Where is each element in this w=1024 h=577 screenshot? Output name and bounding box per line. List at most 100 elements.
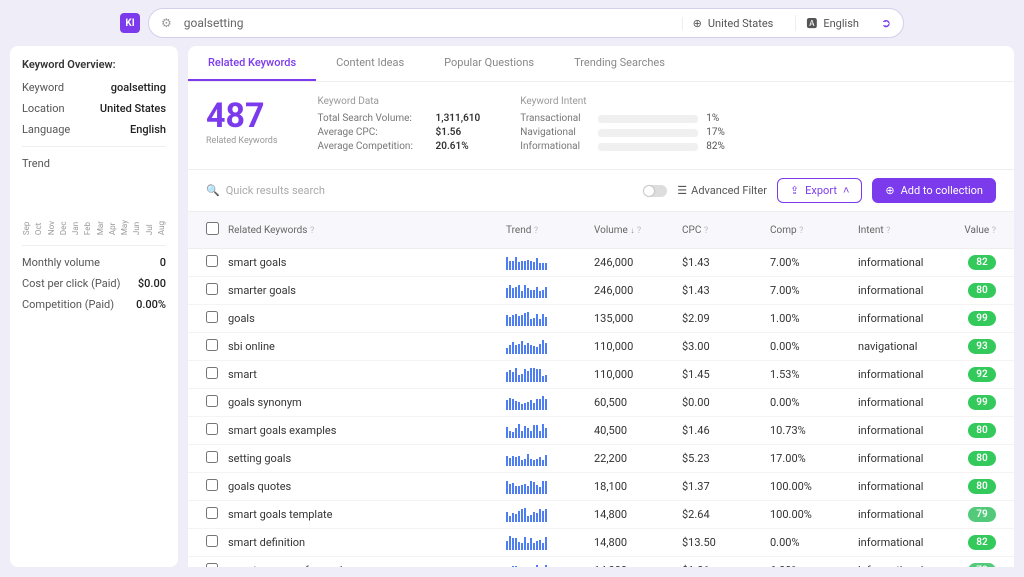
results-table[interactable]: smart goals 246,000 $1.43 7.00% informat… xyxy=(188,249,1014,567)
table-row[interactable]: smarter goals 246,000 $1.43 7.00% inform… xyxy=(188,277,1014,305)
month-label: Dec xyxy=(59,220,68,235)
table-row[interactable]: smart acronym for goals 14,800 $1.21 6.0… xyxy=(188,557,1014,567)
cell-keyword: smart acronym for goals xyxy=(228,564,498,567)
cell-cpc: $1.21 xyxy=(682,564,762,567)
info-icon[interactable]: ? xyxy=(637,226,641,236)
info-icon[interactable]: ? xyxy=(310,226,314,236)
info-icon[interactable]: ? xyxy=(992,226,996,236)
month-label: Feb xyxy=(83,220,92,235)
row-checkbox[interactable] xyxy=(206,563,218,567)
add-icon: ⊕ xyxy=(885,184,894,197)
overview-title: Keyword Overview: xyxy=(22,58,166,71)
cell-intent: informational xyxy=(858,480,938,493)
info-icon[interactable]: ? xyxy=(534,226,538,236)
trend-sparkline xyxy=(506,480,586,494)
advanced-filter[interactable]: ☰ Advanced Filter xyxy=(677,184,767,197)
table-row[interactable]: goals synonym 60,500 $0.00 0.00% informa… xyxy=(188,389,1014,417)
row-checkbox[interactable] xyxy=(206,423,218,435)
col-volume[interactable]: Volume xyxy=(594,225,628,236)
info-icon[interactable]: ? xyxy=(704,226,708,236)
row-checkbox[interactable] xyxy=(206,311,218,323)
summary-key: Total Search Volume: xyxy=(318,113,428,124)
col-intent[interactable]: Intent xyxy=(858,225,884,236)
row-checkbox[interactable] xyxy=(206,535,218,547)
results-toolbar: 🔍 Quick results search ☰ Advanced Filter… xyxy=(188,170,1014,212)
tab-related-keywords[interactable]: Related Keywords xyxy=(188,46,316,81)
app-logo[interactable]: KI xyxy=(120,13,140,33)
export-button[interactable]: ⇪ Export ˄ xyxy=(777,178,862,203)
cell-keyword: smart definition xyxy=(228,536,498,549)
search-bar[interactable]: ⚙ ⊕ United States 🅰 English ➲ xyxy=(148,8,904,38)
overview-row: Language English xyxy=(22,123,166,136)
info-icon[interactable]: ? xyxy=(886,226,890,236)
cell-comp: 6.00% xyxy=(770,564,850,567)
cell-volume: 40,500 xyxy=(594,424,674,437)
col-related[interactable]: Related Keywords xyxy=(228,225,307,236)
cell-comp: 7.00% xyxy=(770,284,850,297)
metric-value: 0.00% xyxy=(136,298,166,311)
table-row[interactable]: goals quotes 18,100 $1.37 100.00% inform… xyxy=(188,473,1014,501)
col-value[interactable]: Value xyxy=(964,225,989,236)
submit-search-icon[interactable]: ➲ xyxy=(881,16,891,30)
export-label: Export xyxy=(805,184,837,197)
trend-sparkline xyxy=(506,424,586,438)
language-selector[interactable]: 🅰 English xyxy=(795,15,869,31)
row-checkbox[interactable] xyxy=(206,255,218,267)
add-to-collection-button[interactable]: ⊕ Add to collection xyxy=(872,178,996,203)
row-checkbox[interactable] xyxy=(206,507,218,519)
cell-intent: informational xyxy=(858,508,938,521)
table-row[interactable]: smart definition 14,800 $13.50 0.00% inf… xyxy=(188,529,1014,557)
quick-search[interactable]: 🔍 Quick results search xyxy=(206,184,633,197)
cell-cpc: $1.46 xyxy=(682,424,762,437)
cell-comp: 7.00% xyxy=(770,256,850,269)
cell-intent: informational xyxy=(858,396,938,409)
summary-value: $1.56 xyxy=(436,127,462,138)
col-comp[interactable]: Comp xyxy=(770,225,797,236)
cell-volume: 14,800 xyxy=(594,564,674,567)
row-checkbox[interactable] xyxy=(206,283,218,295)
select-all-checkbox[interactable] xyxy=(206,222,219,235)
search-input[interactable] xyxy=(184,16,670,30)
advanced-filter-label: Advanced Filter xyxy=(691,184,767,197)
table-row[interactable]: setting goals 22,200 $5.23 17.00% inform… xyxy=(188,445,1014,473)
row-checkbox[interactable] xyxy=(206,479,218,491)
table-row[interactable]: smart goals 246,000 $1.43 7.00% informat… xyxy=(188,249,1014,277)
filter-toggle[interactable] xyxy=(643,185,667,197)
overview-key: Language xyxy=(22,123,70,136)
cell-comp: 0.00% xyxy=(770,340,850,353)
cell-comp: 100.00% xyxy=(770,480,850,493)
intent-label: Informational xyxy=(520,141,590,152)
overview-value: English xyxy=(130,123,166,136)
row-checkbox[interactable] xyxy=(206,367,218,379)
table-row[interactable]: smart goals examples 40,500 $1.46 10.73%… xyxy=(188,417,1014,445)
row-checkbox[interactable] xyxy=(206,395,218,407)
tab-trending-searches[interactable]: Trending Searches xyxy=(554,46,685,81)
info-icon[interactable]: ? xyxy=(799,226,803,236)
overview-row: LocationUnited States xyxy=(22,102,166,115)
row-checkbox[interactable] xyxy=(206,339,218,351)
col-cpc[interactable]: CPC xyxy=(682,225,701,236)
col-trend[interactable]: Trend xyxy=(506,225,531,236)
cell-keyword: smart goals xyxy=(228,256,498,269)
metric-key: Competition (Paid) xyxy=(22,298,114,311)
cell-keyword: setting goals xyxy=(228,452,498,465)
cell-keyword: smart goals examples xyxy=(228,424,498,437)
country-selector[interactable]: ⊕ United States xyxy=(682,17,784,30)
tab-content-ideas[interactable]: Content Ideas xyxy=(316,46,424,81)
cell-cpc: $1.43 xyxy=(682,284,762,297)
trend-sparkline xyxy=(506,340,586,354)
metric-key: Cost per click (Paid) xyxy=(22,277,120,290)
tab-popular-questions[interactable]: Popular Questions xyxy=(424,46,554,81)
table-row[interactable]: sbi online 110,000 $3.00 0.00% navigatio… xyxy=(188,333,1014,361)
table-row[interactable]: smart 110,000 $1.45 1.53% informational … xyxy=(188,361,1014,389)
sort-desc-icon[interactable]: ↓ xyxy=(630,226,634,235)
cell-volume: 14,800 xyxy=(594,508,674,521)
trend-sparkline xyxy=(506,368,586,382)
row-checkbox[interactable] xyxy=(206,451,218,463)
related-count: 487 xyxy=(206,96,278,136)
table-row[interactable]: smart goals template 14,800 $2.64 100.00… xyxy=(188,501,1014,529)
metric-row: Competition (Paid) 0.00% xyxy=(22,298,166,311)
cell-volume: 18,100 xyxy=(594,480,674,493)
cell-keyword: smart xyxy=(228,368,498,381)
table-row[interactable]: goals 135,000 $2.09 1.00% informational … xyxy=(188,305,1014,333)
